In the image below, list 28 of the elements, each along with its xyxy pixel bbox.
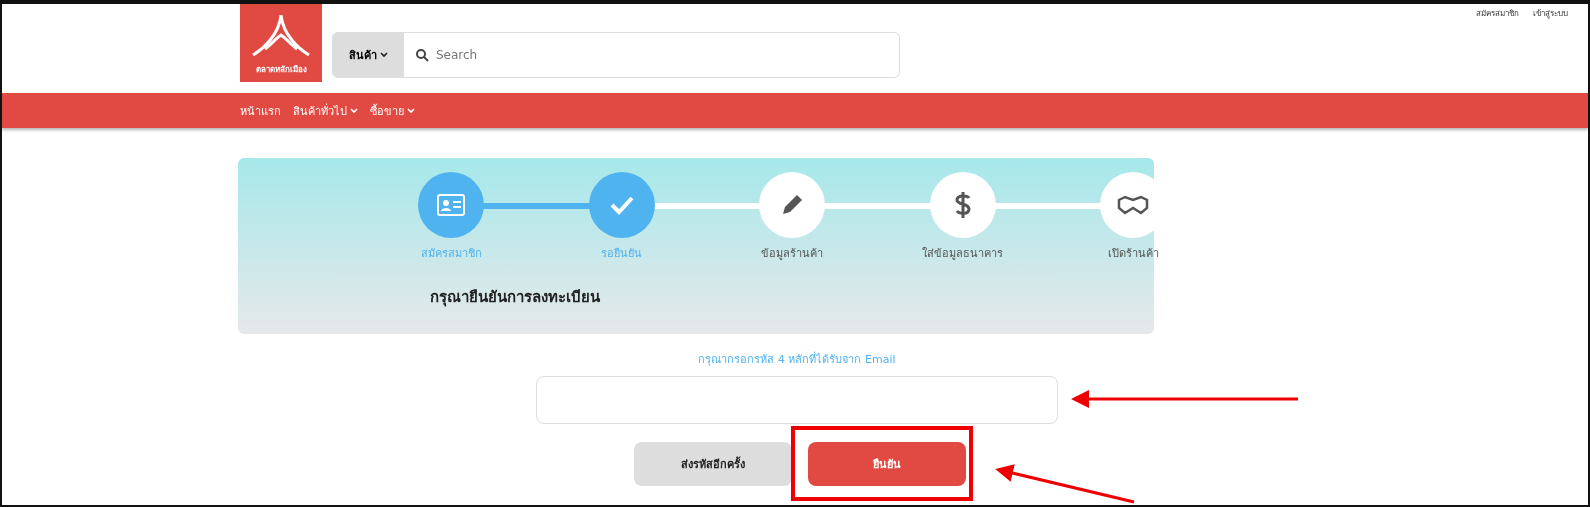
form-heading: กรุณายืนยันการลงทะเบียน: [430, 287, 600, 309]
resend-button[interactable]: ส่งรหัสอีกครั้ง: [634, 442, 792, 486]
chevron-icon: [379, 52, 388, 58]
step-label: รอยืนยัน: [601, 246, 642, 262]
header-link[interactable]: เข้าสู่ระบบ: [1533, 7, 1568, 20]
roof-icon: [251, 15, 311, 59]
confirm-button[interactable]: ยืนยัน: [808, 442, 966, 486]
step-label: ข้อมูลร้านค้า: [761, 246, 823, 262]
search-field[interactable]: Search: [404, 32, 900, 78]
checkmark-icon: [608, 195, 635, 215]
dollar-icon: [953, 190, 972, 220]
logo-text: ตลาดหลักเมือง: [255, 64, 307, 76]
header-link[interactable]: สมัครสมาชิก: [1476, 7, 1519, 20]
search-icon: [416, 48, 429, 62]
step-label: ใส่ข้อมูลธนาคาร: [922, 246, 1003, 262]
id-card-icon: [437, 194, 465, 216]
nav-link[interactable]: สินค้าทั่วไป: [293, 101, 358, 120]
logo[interactable]: ตลาดหลักเมือง: [240, 4, 322, 82]
step-label: เปิดร้านค้า: [1107, 246, 1159, 262]
category-dropdown[interactable]: สินค้า: [332, 32, 404, 78]
step-label: สมัครสมาชิก: [420, 246, 482, 262]
hint-text: กรุณากรอกรหัส 4 หลักที่ได้รับจาก Email: [698, 350, 896, 368]
code-field[interactable]: [536, 376, 1058, 424]
nav-link[interactable]: หน้าแรก: [240, 101, 281, 120]
nav-link[interactable]: ซื้อขาย: [370, 101, 415, 120]
handshake-icon: [1117, 194, 1149, 216]
chevron-icon: [350, 107, 358, 114]
chevron-icon: [407, 107, 415, 114]
